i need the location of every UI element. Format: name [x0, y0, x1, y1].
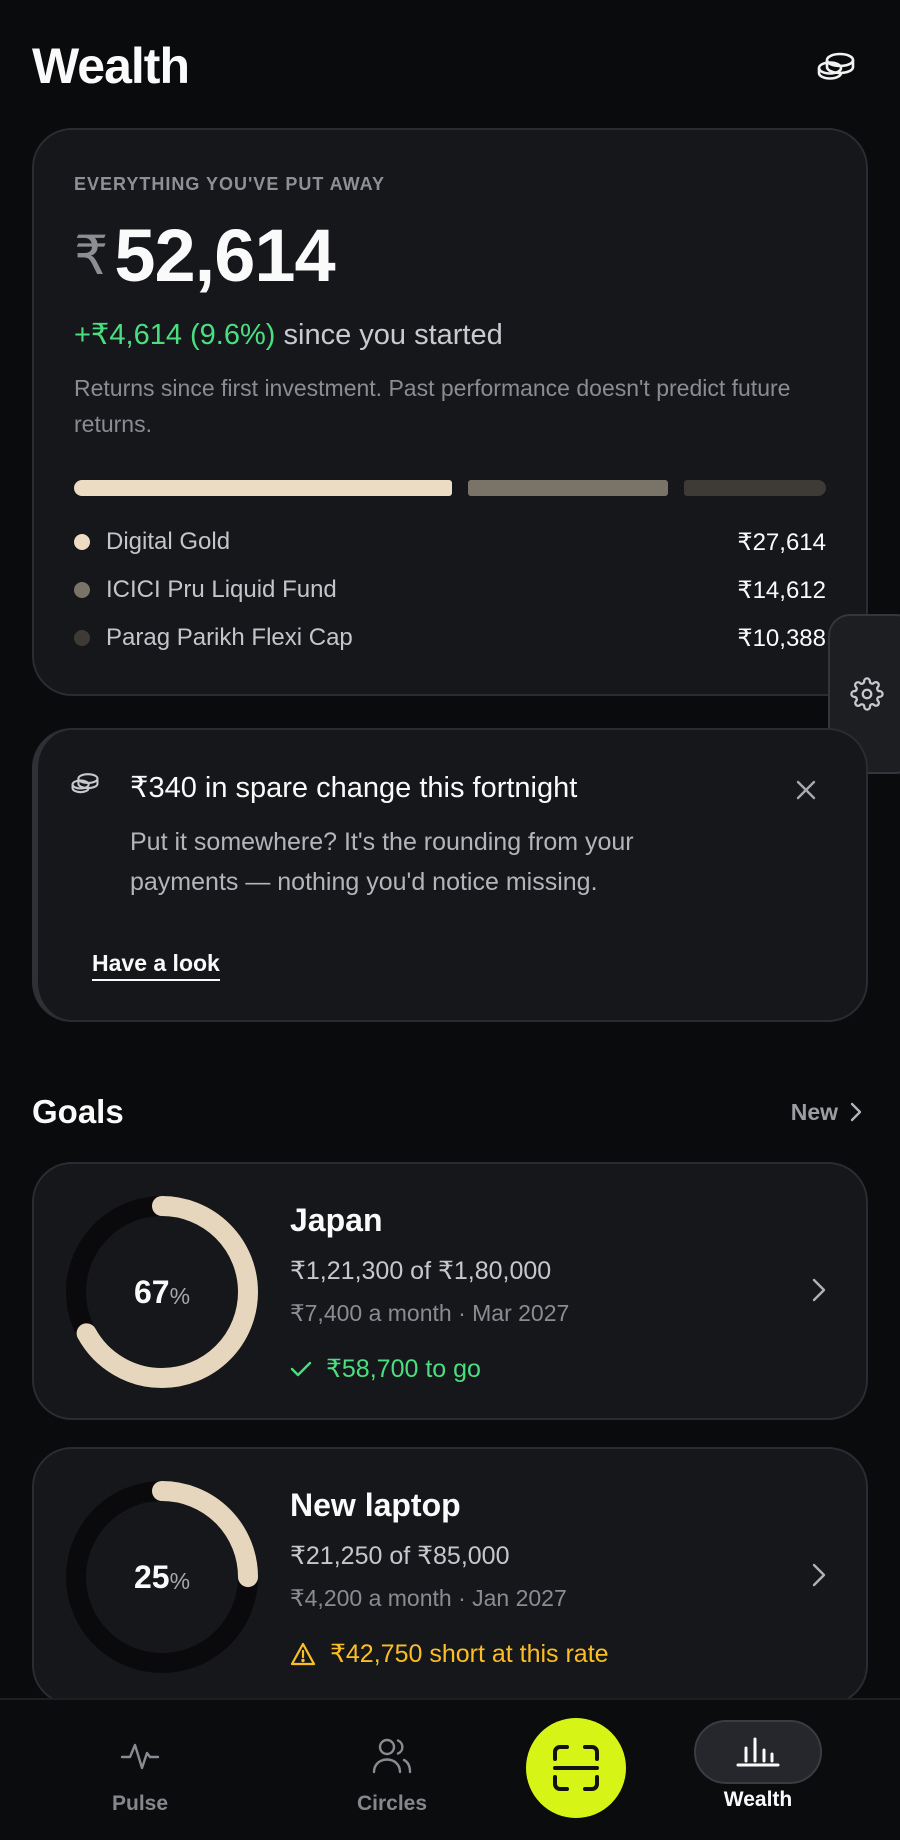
new-goal-label: New — [790, 1098, 838, 1125]
goal-progress-text: ₹1,21,300 of ₹1,80,000 — [290, 1257, 552, 1285]
nav-tab-pulse[interactable]: Pulse — [60, 1700, 220, 1840]
holding-value: ₹14,612 — [737, 576, 826, 604]
bottom-nav: Pulse Circles Wealth — [0, 1698, 900, 1840]
new-goal-button[interactable]: New — [791, 1099, 862, 1126]
chevron-right-icon — [812, 1278, 826, 1302]
goal-percent: 25% — [64, 1479, 260, 1675]
have-a-look-link[interactable]: Have a look — [92, 950, 220, 981]
gain-amount: +₹4,614 (9.6%) — [74, 319, 276, 351]
holding-value: ₹10,388 — [737, 624, 826, 652]
goal-card-japan[interactable]: 67% Japan ₹1,21,300 of ₹1,80,000 ₹7,400 … — [32, 1162, 868, 1420]
goals-header: Goals New — [32, 1090, 868, 1134]
summary-eyebrow: EVERYTHING YOU'VE PUT AWAY — [74, 174, 386, 194]
users-icon — [371, 1734, 413, 1778]
holding-row: ICICI Pru Liquid Fund ₹14,612 — [74, 566, 826, 614]
allocation-segment-digital-gold — [74, 480, 452, 496]
chevron-right-icon — [850, 1102, 862, 1122]
pulse-icon — [120, 1734, 160, 1778]
gear-icon — [850, 677, 884, 711]
goal-name: New laptop — [290, 1487, 461, 1523]
total-value: ₹ 52,614 — [74, 219, 826, 293]
percent-sign: % — [169, 1282, 191, 1309]
goal-status-text: ₹42,750 short at this rate — [330, 1640, 609, 1668]
warning-icon — [290, 1642, 316, 1666]
holding-name: ICICI Pru Liquid Fund — [106, 576, 337, 603]
allocation-bar — [74, 480, 826, 496]
holding-name: Digital Gold — [106, 528, 231, 555]
coins-icon[interactable] — [810, 40, 862, 92]
returns-disclaimer: Returns since first investment. Past per… — [74, 375, 791, 437]
goal-status-text: ₹58,700 to go — [326, 1355, 481, 1383]
goal-schedule: ₹4,200 a month · Jan 2027 — [290, 1585, 567, 1611]
gain-suffix: since you started — [275, 319, 503, 351]
allocation-segment-liquid-fund — [468, 480, 668, 496]
total-amount: 52,614 — [114, 214, 335, 297]
chevron-right-icon — [812, 1563, 826, 1587]
page-title: Wealth — [32, 38, 190, 94]
spare-change-body: Put it somewhere? It's the rounding from… — [130, 828, 634, 896]
nav-tab-wealth[interactable]: Wealth — [678, 1700, 838, 1840]
goal-status: ₹58,700 to go — [290, 1354, 481, 1384]
goal-progress-text: ₹21,250 of ₹85,000 — [290, 1542, 510, 1570]
holding-name: Parag Parikh Flexi Cap — [106, 624, 353, 651]
nav-label-wealth: Wealth — [723, 1788, 793, 1811]
goal-percent: 67% — [64, 1194, 260, 1390]
scan-icon — [553, 1745, 599, 1791]
spare-change-title: ₹340 in spare change this fortnight — [130, 772, 578, 804]
goal-name: Japan — [290, 1202, 383, 1238]
goal-card-new-laptop[interactable]: 25% New laptop ₹21,250 of ₹85,000 ₹4,200… — [32, 1447, 868, 1705]
nav-tab-circles[interactable]: Circles — [312, 1700, 472, 1840]
holding-row: Digital Gold ₹27,614 — [74, 518, 826, 566]
nav-label-pulse: Pulse — [111, 1792, 169, 1815]
goals-title: Goals — [32, 1093, 124, 1130]
allocation-segment-flexi-cap — [684, 480, 826, 496]
close-icon[interactable] — [792, 776, 820, 804]
legend-dot — [74, 582, 90, 598]
percent-sign: % — [169, 1567, 191, 1594]
header: Wealth — [32, 34, 868, 98]
holdings-legend: Digital Gold ₹27,614 ICICI Pru Liquid Fu… — [74, 518, 826, 662]
gain-line: +₹4,614 (9.6%) since you started — [74, 317, 826, 352]
portfolio-summary-card: EVERYTHING YOU'VE PUT AWAY ₹ 52,614 +₹4,… — [32, 128, 868, 696]
goal-schedule: ₹7,400 a month · Mar 2027 — [290, 1300, 570, 1326]
holding-row: Parag Parikh Flexi Cap ₹10,388 — [74, 614, 826, 662]
legend-dot — [74, 630, 90, 646]
nav-label-circles: Circles — [356, 1792, 428, 1815]
coins-icon — [70, 772, 100, 799]
scan-button[interactable] — [526, 1718, 626, 1818]
holding-value: ₹27,614 — [737, 528, 826, 556]
currency-symbol: ₹ — [74, 226, 109, 286]
legend-dot — [74, 534, 90, 550]
goal-percent-value: 67 — [133, 1273, 170, 1310]
goal-percent-value: 25 — [133, 1558, 170, 1595]
bar-chart-icon — [694, 1720, 822, 1784]
goal-status: ₹42,750 short at this rate — [290, 1639, 609, 1669]
check-icon — [290, 1361, 312, 1377]
